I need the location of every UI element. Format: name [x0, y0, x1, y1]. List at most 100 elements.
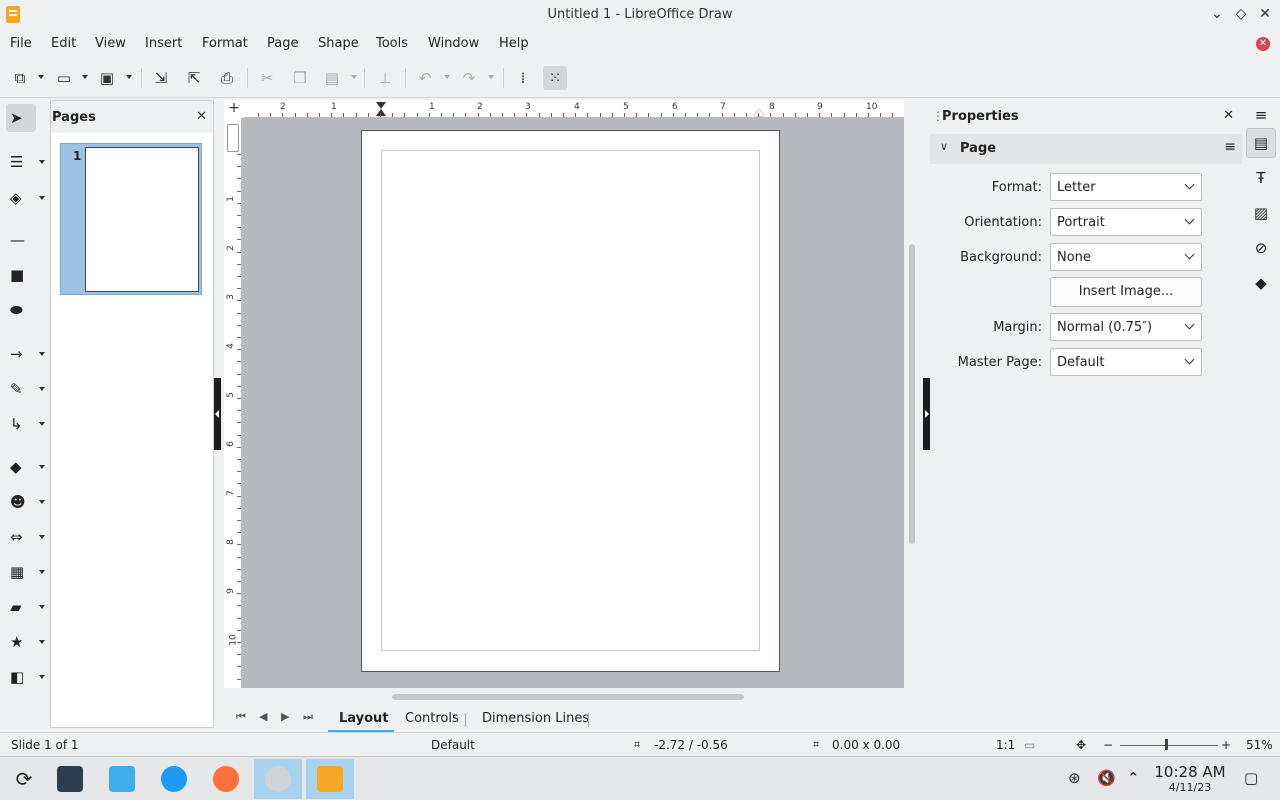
ruler-corner[interactable]: +: [224, 100, 244, 118]
page-thumbnail[interactable]: [85, 147, 199, 292]
chevron-up-icon[interactable]: ⌃: [1127, 769, 1140, 787]
document-modified-icon[interactable]: ▭: [1024, 738, 1035, 752]
rectangle-tool-icon[interactable]: ■: [6, 261, 36, 289]
sidebar-menu-icon[interactable]: ≡: [1246, 100, 1276, 130]
helplines-while-moving-icon[interactable]: ⁙: [543, 66, 567, 90]
menu-file[interactable]: File: [10, 36, 32, 51]
properties-deck-icon[interactable]: ▤: [1246, 128, 1276, 158]
select-tool-icon[interactable]: ➤: [6, 104, 36, 132]
last-tab-icon[interactable]: ⏭: [303, 710, 313, 724]
kde-connect-icon[interactable]: [150, 759, 198, 799]
show-desktop-icon[interactable]: ▢: [1244, 769, 1258, 787]
fill-color-icon[interactable]: ◈: [6, 184, 45, 212]
ellipse-tool-icon[interactable]: ⬬: [6, 296, 36, 324]
margin-select[interactable]: Normal (0.75″): [1050, 313, 1202, 341]
next-tab-icon[interactable]: ▶: [281, 710, 289, 723]
collapse-sidebar-handle[interactable]: [923, 378, 930, 450]
3d-objects-icon[interactable]: ◧: [6, 663, 45, 691]
stars-icon[interactable]: ★: [6, 628, 45, 656]
first-tab-icon[interactable]: ⏮: [236, 710, 246, 724]
horizontal-scrollbar-thumb[interactable]: [392, 694, 744, 700]
insert-image-button[interactable]: Insert Image...: [1050, 277, 1202, 307]
copy-icon[interactable]: ❐: [288, 66, 312, 90]
callouts-icon[interactable]: ▰: [6, 593, 45, 621]
minimize-icon[interactable]: ⌄: [1208, 5, 1226, 23]
redo-icon[interactable]: ↷: [457, 66, 481, 90]
updates-icon[interactable]: ⊛: [1068, 769, 1081, 787]
line-color-icon[interactable]: ☰: [6, 148, 45, 176]
vertical-ruler[interactable]: 1 2 3 4 5 6 7 8 9 10: [224, 118, 242, 688]
application-launcher-icon[interactable]: ⟳: [0, 759, 48, 799]
libreoffice-draw-task-icon[interactable]: [306, 759, 354, 799]
navigator-deck-icon[interactable]: ⊘: [1246, 233, 1276, 263]
tab-layout[interactable]: Layout: [339, 711, 389, 726]
symbol-shapes-icon[interactable]: ☻: [6, 488, 45, 516]
left-indent-marker[interactable]: [376, 102, 386, 109]
menu-help[interactable]: Help: [499, 36, 529, 51]
lines-arrows-icon[interactable]: →: [6, 340, 45, 368]
paste-dropdown-icon[interactable]: [351, 75, 357, 79]
orientation-select[interactable]: Portrait: [1050, 208, 1202, 236]
new-dropdown-icon[interactable]: [38, 75, 44, 79]
menu-insert[interactable]: Insert: [145, 36, 182, 51]
export-icon[interactable]: ⇲: [149, 66, 173, 90]
tab-controls[interactable]: Controls: [405, 711, 459, 726]
new-document-icon[interactable]: ⧉: [8, 66, 32, 90]
zoom-in-icon[interactable]: +: [1221, 738, 1231, 752]
close-pages-pane-icon[interactable]: ✕: [196, 109, 207, 124]
save-icon[interactable]: ▣: [95, 66, 119, 90]
page-section-header[interactable]: ∨ Page ≡: [930, 134, 1242, 164]
menu-edit[interactable]: Edit: [51, 36, 76, 51]
curves-polygons-icon[interactable]: ✎: [6, 375, 45, 403]
chevron-down-icon[interactable]: ∨: [940, 140, 948, 153]
connectors-icon[interactable]: ↳: [6, 410, 45, 438]
cut-icon[interactable]: ✂: [255, 66, 279, 90]
system-settings-icon[interactable]: [46, 759, 94, 799]
open-dropdown-icon[interactable]: [82, 75, 88, 79]
horizontal-scrollbar[interactable]: [228, 692, 904, 702]
vertical-scrollbar[interactable]: [907, 100, 917, 688]
page-thumbnail-selected[interactable]: 1: [60, 143, 202, 295]
discover-store-icon[interactable]: [98, 759, 146, 799]
volume-muted-icon[interactable]: 🔇: [1097, 769, 1116, 787]
line-tool-icon[interactable]: —: [6, 226, 36, 254]
open-icon[interactable]: ▭: [52, 66, 76, 90]
print-icon[interactable]: ⎙: [215, 66, 239, 90]
display-grid-icon[interactable]: ⁞: [511, 66, 535, 90]
clone-formatting-icon[interactable]: ⊥: [373, 66, 397, 90]
zoom-slider[interactable]: [1120, 745, 1218, 746]
paste-icon[interactable]: ▤: [320, 66, 344, 90]
maximize-icon[interactable]: ◇: [1232, 5, 1250, 23]
collapse-pages-pane-handle[interactable]: [214, 378, 221, 450]
master-page-select[interactable]: Default: [1050, 348, 1202, 376]
menu-tools[interactable]: Tools: [376, 36, 408, 51]
firefox-icon[interactable]: [202, 759, 250, 799]
previous-tab-icon[interactable]: ◀: [259, 710, 267, 723]
background-select[interactable]: None: [1050, 243, 1202, 271]
flowchart-icon[interactable]: ▦: [6, 558, 45, 586]
scale-value[interactable]: 1:1: [996, 738, 1015, 752]
page-sheet[interactable]: [361, 130, 780, 672]
basic-shapes-icon[interactable]: ◆: [6, 453, 45, 481]
close-properties-icon[interactable]: ✕: [1223, 108, 1234, 123]
vertical-scrollbar-thumb[interactable]: [909, 244, 915, 544]
section-menu-icon[interactable]: ≡: [1224, 139, 1236, 155]
horizontal-ruler[interactable]: 2 1 1 2 3 4 5 6 7 8 9 10: [244, 100, 904, 118]
zoom-out-icon[interactable]: −: [1103, 738, 1113, 752]
tab-dimension-lines[interactable]: Dimension Lines: [482, 711, 589, 726]
vim-icon[interactable]: [254, 759, 302, 799]
save-dropdown-icon[interactable]: [126, 75, 132, 79]
export-pdf-icon[interactable]: ⇱: [182, 66, 206, 90]
menu-page[interactable]: Page: [267, 36, 298, 51]
zoom-percent[interactable]: 51%: [1246, 738, 1273, 752]
redo-dropdown-icon[interactable]: [488, 75, 494, 79]
undo-icon[interactable]: ↶: [413, 66, 437, 90]
left-margin-marker[interactable]: [376, 109, 386, 116]
block-arrows-icon[interactable]: ⇔: [6, 523, 45, 551]
menu-format[interactable]: Format: [202, 36, 248, 51]
clock[interactable]: 10:28 AM 4/11/23: [1150, 763, 1230, 794]
close-window-icon[interactable]: ✕: [1256, 5, 1274, 23]
zoom-slider-knob[interactable]: [1165, 739, 1168, 750]
styles-deck-icon[interactable]: Ŧ: [1246, 163, 1276, 193]
menu-view[interactable]: View: [95, 36, 126, 51]
